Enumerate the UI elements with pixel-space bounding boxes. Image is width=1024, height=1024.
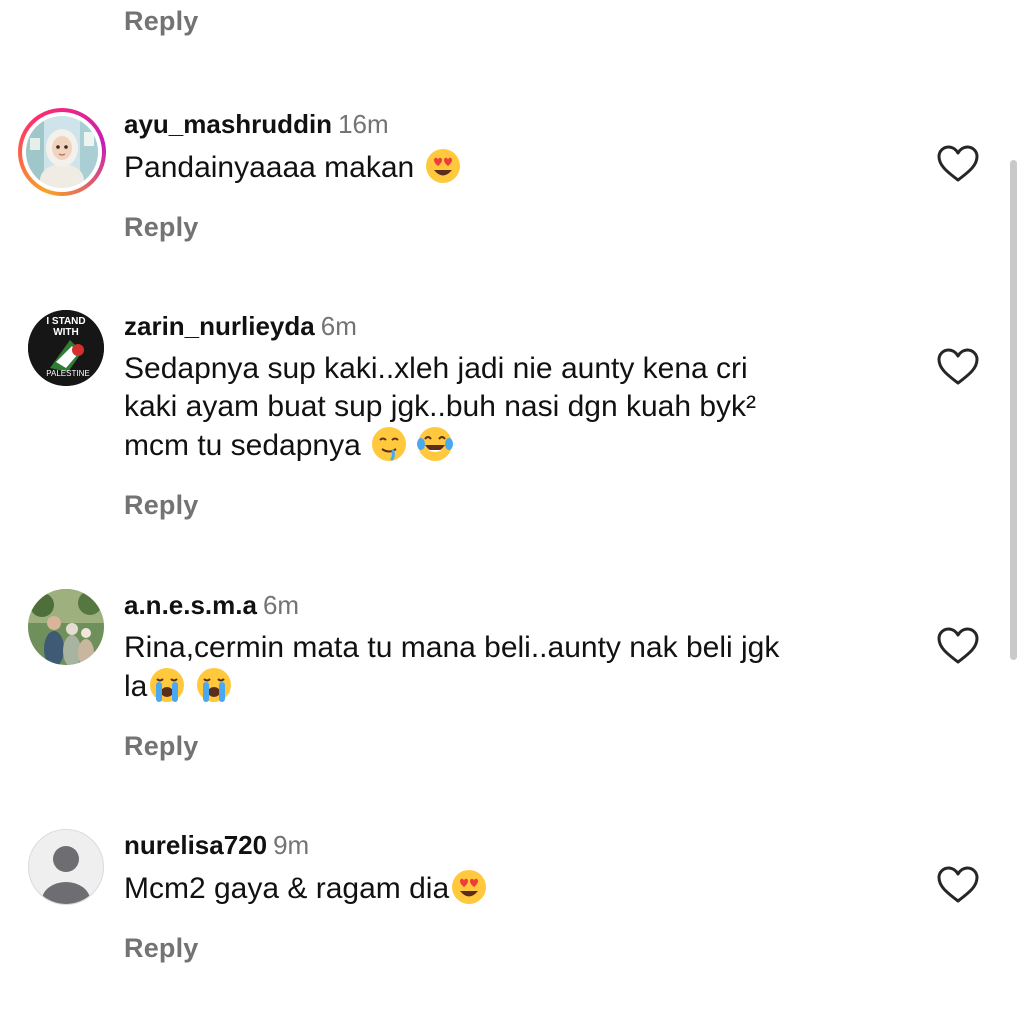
reply-button[interactable]: Reply <box>124 6 199 37</box>
comment-text-line: kaki ayam buat sup jgk..buh nasi dgn kua… <box>124 390 757 423</box>
comment-body: a.n.e.s.m.a 6m Rina,cermin mata tu mana b… <box>124 589 904 762</box>
loudly-crying-emoji <box>196 667 232 713</box>
avatar[interactable] <box>18 589 106 677</box>
comment-text-line: Mcm2 gaya & ragam dia <box>124 872 450 905</box>
comment-text: Mcm2 gaya & ragam dia <box>124 869 904 915</box>
reply-label: Reply <box>124 212 199 242</box>
timestamp: 6m <box>262 590 300 620</box>
avatar-text: PALESTINE <box>46 369 89 378</box>
comment-body: zarin_nurlieyda 6m Sedapnya sup kaki..xle… <box>124 310 904 521</box>
like-button[interactable] <box>936 144 980 184</box>
drooling-emoji <box>371 426 407 472</box>
heart-icon <box>937 866 979 903</box>
like-button[interactable] <box>936 347 980 387</box>
default-avatar-icon <box>28 829 104 905</box>
heart-eyes-emoji <box>451 869 487 915</box>
reply-button[interactable]: Reply <box>124 490 904 521</box>
avatar-image <box>26 116 98 188</box>
comment-text: Rina,cermin mata tu mana beli..aunty nak… <box>124 629 904 713</box>
avatar-image: I STAND WITH PALESTINE <box>28 310 104 386</box>
timestamp: 16m <box>338 109 389 139</box>
like-button[interactable] <box>936 626 980 666</box>
heart-icon <box>937 627 979 664</box>
comment-text: Sedapnya sup kaki..xleh jadi nie aunty k… <box>124 350 904 472</box>
avatar-text: I STAND <box>46 316 85 327</box>
comment-text-line: Sedapnya sup kaki..xleh jadi nie aunty k… <box>124 352 748 385</box>
username-link[interactable]: a.n.e.s.m.a <box>124 590 257 620</box>
comment-header: a.n.e.s.m.a 6m <box>124 589 904 621</box>
comment-header: nurelisa720 9m <box>124 829 904 861</box>
scrollbar[interactable] <box>1010 160 1017 660</box>
reply-label: Reply <box>124 6 199 36</box>
comment-text-line: mcm tu sedapnya <box>124 429 361 462</box>
heart-icon <box>937 145 979 182</box>
reply-button[interactable]: Reply <box>124 731 904 762</box>
comment-body: ayu_mashruddin 16m Pandainyaaaa makan Rep… <box>124 108 904 243</box>
username-link[interactable]: ayu_mashruddin <box>124 109 332 139</box>
reply-label: Reply <box>124 933 199 963</box>
heart-eyes-emoji <box>425 148 461 194</box>
loudly-crying-emoji <box>149 667 185 713</box>
avatar-image <box>28 589 104 665</box>
avatar[interactable] <box>18 108 106 196</box>
reply-button[interactable]: Reply <box>124 212 904 243</box>
comment-text-line: la <box>124 670 148 703</box>
timestamp: 9m <box>273 830 310 860</box>
comment-header: ayu_mashruddin 16m <box>124 108 904 140</box>
avatar[interactable]: I STAND WITH PALESTINE <box>18 310 106 398</box>
comment-text-row: la <box>124 667 904 713</box>
timestamp: 6m <box>320 311 357 341</box>
reply-button[interactable]: Reply <box>124 933 904 964</box>
tears-of-joy-emoji <box>417 426 454 472</box>
like-button[interactable] <box>936 865 980 905</box>
comment-text-line: Pandainyaaaa makan <box>124 151 415 184</box>
comment-text-line: Rina,cermin mata tu mana beli..aunty nak… <box>124 631 780 664</box>
username-link[interactable]: nurelisa720 <box>124 830 267 860</box>
username-link[interactable]: zarin_nurlieyda <box>124 311 315 341</box>
comment-text-row: mcm tu sedapnya <box>124 426 904 472</box>
comment-body: nurelisa720 9m Mcm2 gaya & ragam dia Repl… <box>124 829 904 964</box>
reply-label: Reply <box>124 731 199 761</box>
reply-label: Reply <box>124 490 199 520</box>
heart-icon <box>937 348 979 385</box>
comment-header: zarin_nurlieyda 6m <box>124 310 904 342</box>
avatar-text: WITH <box>53 327 79 338</box>
comment-text: Pandainyaaaa makan <box>124 148 904 194</box>
avatar[interactable] <box>18 829 106 917</box>
